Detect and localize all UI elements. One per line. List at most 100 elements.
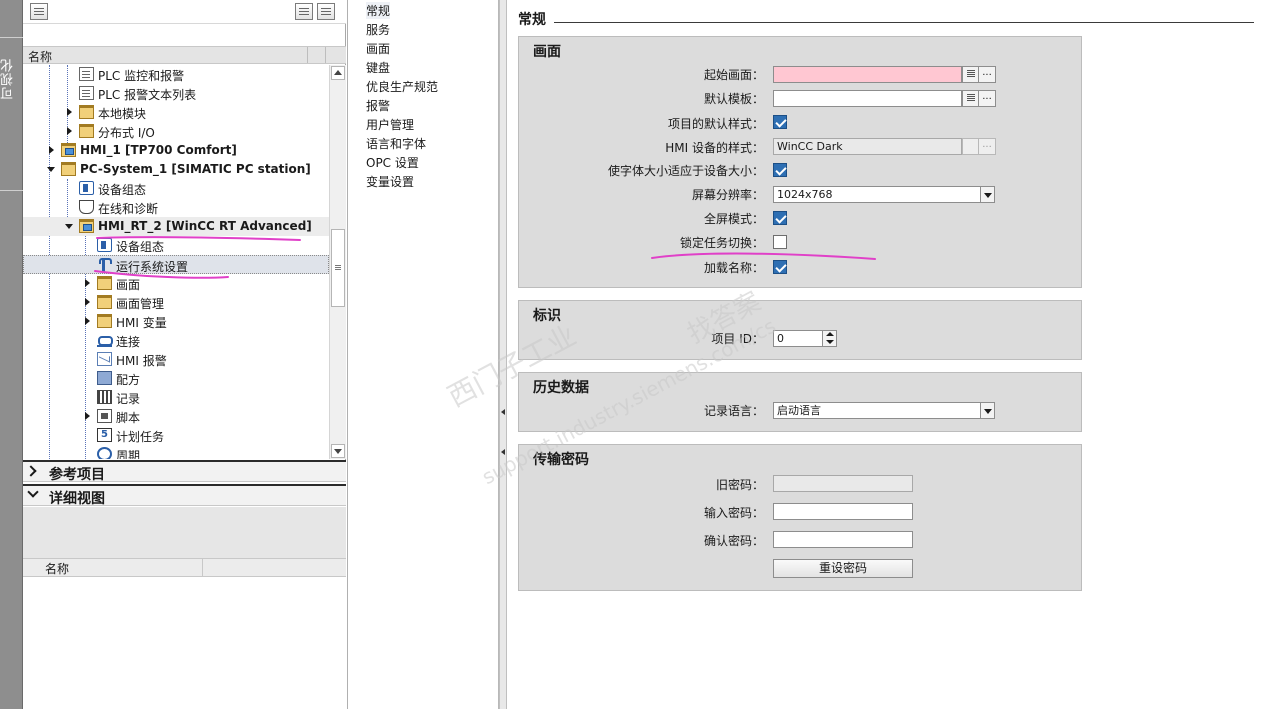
chevron-down-icon[interactable] [980,402,995,419]
tree-item-scripts[interactable]: 脚本 [23,407,329,426]
scroll-thumb[interactable] [331,229,345,307]
font-scale-checkbox[interactable] [773,163,787,177]
tree-item-label: PLC 报警文本列表 [98,88,197,102]
hmi-folder-icon [61,143,76,157]
expand-arrow-icon[interactable] [85,317,90,325]
nav-item-tag-settings[interactable]: 变量设置 [366,173,414,190]
font-scale-label: 使字体大小适应于设备大小： [607,164,764,178]
visualization-side-tab[interactable]: 可视化 [0,0,23,709]
tree-item-label: 记录 [116,392,141,406]
panel-splitter[interactable] [499,0,507,709]
tree-item-hmi-device-config[interactable]: 设备组态 [23,236,329,255]
tree-item-local-modules[interactable]: 本地模块 [23,103,329,122]
column-name: 名称 [45,562,70,576]
tree-item-plc-alarm-text-lists[interactable]: PLC 报警文本列表 [23,84,329,103]
tree-item-label: 分布式 I/O [98,126,155,140]
fullscreen-checkbox[interactable] [773,211,787,225]
tree-item-label: 本地模块 [98,107,147,121]
spinner-icon[interactable] [822,330,837,347]
tree-item-recipes[interactable]: 配方 [23,369,329,388]
default-template-field[interactable] [773,90,962,107]
confirm-password-field[interactable] [773,531,913,548]
nav-item-keyboard[interactable]: 键盘 [366,59,390,76]
column-divider [325,47,326,63]
tree-item-label: 画面管理 [116,297,165,311]
expand-arrow-icon[interactable] [85,298,90,306]
default-template-label: 默认模板： [703,92,764,106]
default-template-browse-button[interactable]: ... [978,90,996,107]
tree-item-scheduled-tasks[interactable]: 5 计划任务 [23,426,329,445]
tree-item-connections[interactable]: 连接 [23,331,329,350]
old-password-label: 旧密码： [715,478,764,492]
tree-item-hmi-alarms[interactable]: HMI 报警 [23,350,329,369]
diagnostics-icon [79,200,94,214]
tree-item-plc-alarms[interactable]: PLC 监控和报警 [23,65,329,84]
scroll-down-icon[interactable] [331,444,345,458]
log-language-dropdown[interactable]: 启动语言 [773,402,981,419]
expand-arrow-icon[interactable] [67,108,72,116]
project-default-style-checkbox[interactable] [773,115,787,129]
tree-item-label: 脚本 [116,411,141,425]
reset-password-button[interactable]: 重设密码 [773,559,913,578]
start-screen-browse-button[interactable]: ... [978,66,996,83]
scroll-up-icon[interactable] [331,66,345,80]
nav-item-general[interactable]: 常规 [366,2,391,19]
collapse-arrow-icon[interactable] [65,224,73,229]
tree-item-hmi-tags[interactable]: HMI 变量 [23,312,329,331]
collapse-left-icon[interactable] [501,449,505,455]
start-screen-field[interactable] [773,66,962,83]
nav-item-screens[interactable]: 画面 [366,40,390,57]
wrench-icon [97,258,112,272]
new-device-icon[interactable] [30,3,48,20]
tree-item-hmi-rt-2[interactable]: HMI_RT_2 [WinCC RT Advanced] [23,217,329,236]
doc-icon [79,86,94,100]
details-view-section[interactable]: 详细视图 [23,484,346,507]
collapse-arrow-icon[interactable] [47,167,55,172]
tree-item-runtime-settings[interactable]: 运行系统设置 [23,255,329,274]
load-names-checkbox[interactable] [773,260,787,274]
nav-item-alarms[interactable]: 报警 [366,97,390,114]
tree-scrollbar[interactable] [329,65,346,459]
group-transfer-password: 传输密码 旧密码： 输入密码： 确认密码： 重设密码 [518,444,1082,591]
tree-item-device-config[interactable]: 设备组态 [23,179,329,198]
expand-arrow-icon[interactable] [85,412,90,420]
column-divider [307,47,308,63]
nav-item-user-management[interactable]: 用户管理 [366,116,414,133]
tree-item-distributed-io[interactable]: 分布式 I/O [23,122,329,141]
nav-item-gmp[interactable]: 优良生产规范 [366,78,438,95]
group-screen: 画面 起始画面： ... 默认模板： ... 项目的默认样式： HMI 设备的样… [518,36,1082,288]
expand-arrow-icon[interactable] [49,146,54,154]
log-language-label: 记录语言： [703,404,764,418]
old-password-field [773,475,913,492]
project-id-field[interactable]: 0 [773,330,823,347]
expand-arrow-icon[interactable] [67,127,72,135]
connection-icon [97,333,113,347]
export-icon[interactable] [317,3,335,20]
group-title: 画面 [533,44,561,60]
title-divider [554,22,1254,23]
group-identification: 标识 项目 ID： 0 [518,300,1082,360]
project-tree-panel: 名称 PLC 监控和报警 PLC 报警文本列表 本地模块 分布式 I/O HMI… [23,0,346,460]
hmi-style-field: WinCC Dark [773,138,962,155]
resolution-label: 屏幕分辨率： [691,188,764,202]
tree-item-logs[interactable]: 记录 [23,388,329,407]
nav-item-services[interactable]: 服务 [366,21,390,38]
reference-projects-section[interactable]: 参考项目 [23,460,346,483]
recipe-icon [97,371,112,385]
nav-item-opc-settings[interactable]: OPC 设置 [366,154,419,171]
enter-password-field[interactable] [773,503,913,520]
collapse-left-icon[interactable] [501,409,505,415]
nav-item-language-font[interactable]: 语言和字体 [366,135,426,152]
expand-arrow-icon[interactable] [85,279,90,287]
tree-item-online-diagnostics[interactable]: 在线和诊断 [23,198,329,217]
tree-item-hmi-1[interactable]: HMI_1 [TP700 Comfort] [23,141,329,160]
tree-item-pc-system-1[interactable]: PC-System_1 [SIMATIC PC station] [23,160,329,179]
tree-item-label: 连接 [116,335,141,349]
list-view-icon[interactable] [295,3,313,20]
tree-item-screens[interactable]: 画面 [23,274,329,293]
resolution-dropdown[interactable]: 1024x768 [773,186,981,203]
lock-task-switch-checkbox[interactable] [773,235,787,249]
tree-item-screen-management[interactable]: 画面管理 [23,293,329,312]
chevron-down-icon[interactable] [980,186,995,203]
tree-item-cycles[interactable]: 周期 [23,445,329,459]
